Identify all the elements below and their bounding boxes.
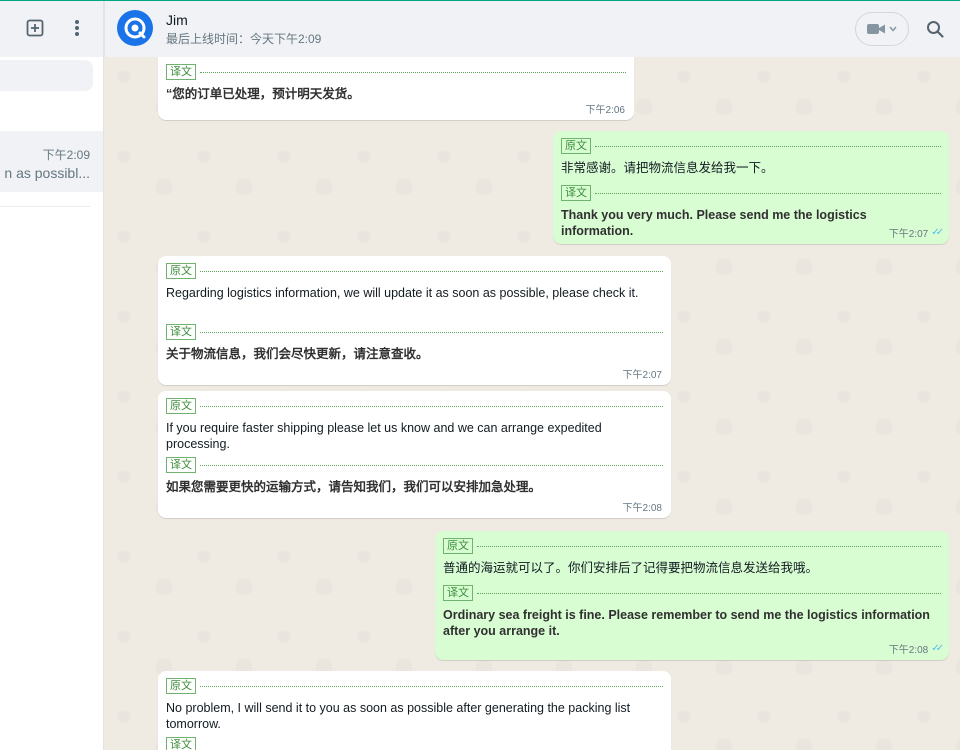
chevron-down-icon (889, 26, 897, 32)
message-time-text: 下午2:08 (622, 503, 662, 514)
message-translation: Thank you very much. Please send me the … (561, 208, 867, 238)
message-translation: 如果您需要更快的运输方式，请告知我们，我们可以安排加急处理。 (166, 480, 542, 494)
original-header: 原文 (443, 537, 941, 555)
menu-icon[interactable] (64, 15, 90, 41)
contact-status: 最后上线时间：今天下午2:09 (166, 32, 322, 46)
original-header: 原文 (166, 677, 663, 695)
message-time: 下午2:07 (623, 366, 662, 381)
dotted-divider (200, 71, 626, 73)
avatar-logo-icon (124, 17, 146, 39)
message-original: 普通的海运就可以了。你们安排后了记得要把物流信息发送给我哦。 (443, 561, 819, 575)
message-translation: “您的订单已处理，预计明天发货。 (166, 87, 360, 101)
translation-header: 译文 (166, 323, 663, 341)
original-header: 原文 (561, 137, 941, 155)
search-input[interactable] (0, 60, 93, 91)
original-header: 原文 (166, 397, 663, 415)
message-bubble-outgoing[interactable]: 原文 非常感谢。请把物流信息发给我一下。 译文 Thank you very m… (553, 131, 949, 244)
translation-tag: 译文 (166, 737, 196, 750)
message-original: Regarding logistics information, we will… (166, 286, 639, 300)
original-tag: 原文 (166, 263, 196, 279)
double-check-icon: ✓✓ (931, 643, 944, 654)
message-original: If you require faster shipping please le… (166, 421, 602, 451)
translation-header: 译文 (166, 456, 663, 474)
translation-tag: 译文 (166, 64, 196, 80)
message-time: 下午2:08 (623, 499, 662, 514)
dotted-divider (200, 464, 663, 466)
chat-area: 译文 “您的订单已处理，预计明天发货。 下午2:06 原文 非常感谢。请把物流信… (104, 57, 960, 750)
sidebar: 下午2:09 n as possibl... (0, 1, 104, 750)
dotted-divider (595, 192, 941, 194)
chat-item-preview: n as possibl... (4, 165, 90, 181)
contact-name[interactable]: Jim (166, 12, 188, 28)
message-bubble-incoming[interactable]: 原文 Regarding logistics information, we w… (158, 256, 671, 385)
dotted-divider (595, 145, 941, 147)
dotted-divider (200, 270, 663, 272)
chat-list-item[interactable]: 下午2:09 n as possibl... (0, 131, 103, 192)
original-header: 原文 (166, 262, 663, 280)
message-time: 下午2:06 (586, 101, 625, 116)
translation-tag: 译文 (166, 324, 196, 340)
original-tag: 原文 (443, 538, 473, 554)
dotted-divider (200, 331, 663, 333)
translation-header: 译文 (166, 63, 626, 81)
chat-header: Jim 最后上线时间：今天下午2:09 (104, 1, 960, 57)
divider (0, 206, 90, 207)
message-time-text: 下午2:07 (888, 229, 929, 240)
message-original: No problem, I will send it to you as soo… (166, 701, 631, 731)
dotted-divider (200, 405, 663, 407)
dotted-divider (477, 545, 941, 547)
message-bubble-incoming[interactable]: 译文 “您的订单已处理，预计明天发货。 下午2:06 (158, 57, 634, 120)
message-time-text: 下午2:08 (888, 645, 929, 656)
message-time: 下午2:08 ✓✓ (888, 641, 944, 656)
dotted-divider (200, 685, 663, 687)
message-time: 下午2:07 ✓✓ (888, 225, 944, 240)
chat-item-time: 下午2:09 (42, 148, 90, 162)
translation-tag: 译文 (166, 457, 196, 473)
dotted-divider (477, 592, 941, 594)
avatar[interactable] (117, 10, 153, 46)
double-check-icon: ✓✓ (931, 227, 944, 238)
search-icon[interactable] (923, 17, 947, 41)
translation-header: 译文 (561, 184, 941, 202)
translation-header: 译文 (443, 584, 941, 602)
original-tag: 原文 (166, 678, 196, 694)
message-bubble-incoming[interactable]: 原文 No problem, I will send it to you as … (158, 671, 671, 750)
message-translation: Ordinary sea freight is fine. Please rem… (443, 608, 930, 638)
message-bubble-outgoing[interactable]: 原文 普通的海运就可以了。你们安排后了记得要把物流信息发送给我哦。 译文 Ord… (435, 531, 949, 660)
translation-tag: 译文 (443, 585, 473, 601)
message-original: 非常感谢。请把物流信息发给我一下。 (561, 161, 774, 175)
new-chat-icon[interactable] (22, 15, 48, 41)
sidebar-header (0, 1, 103, 57)
translation-header: 译文 (166, 736, 663, 750)
message-bubble-incoming[interactable]: 原文 If you require faster shipping please… (158, 391, 671, 518)
message-translation: 关于物流信息，我们会尽快更新，请注意查收。 (166, 347, 429, 361)
translation-tag: 译文 (561, 185, 591, 201)
original-tag: 原文 (561, 138, 591, 154)
message-time-text: 下午2:06 (585, 105, 625, 116)
message-time-text: 下午2:07 (622, 370, 662, 381)
video-call-button[interactable] (855, 12, 909, 46)
original-tag: 原文 (166, 398, 196, 414)
video-call-icon (867, 24, 885, 34)
